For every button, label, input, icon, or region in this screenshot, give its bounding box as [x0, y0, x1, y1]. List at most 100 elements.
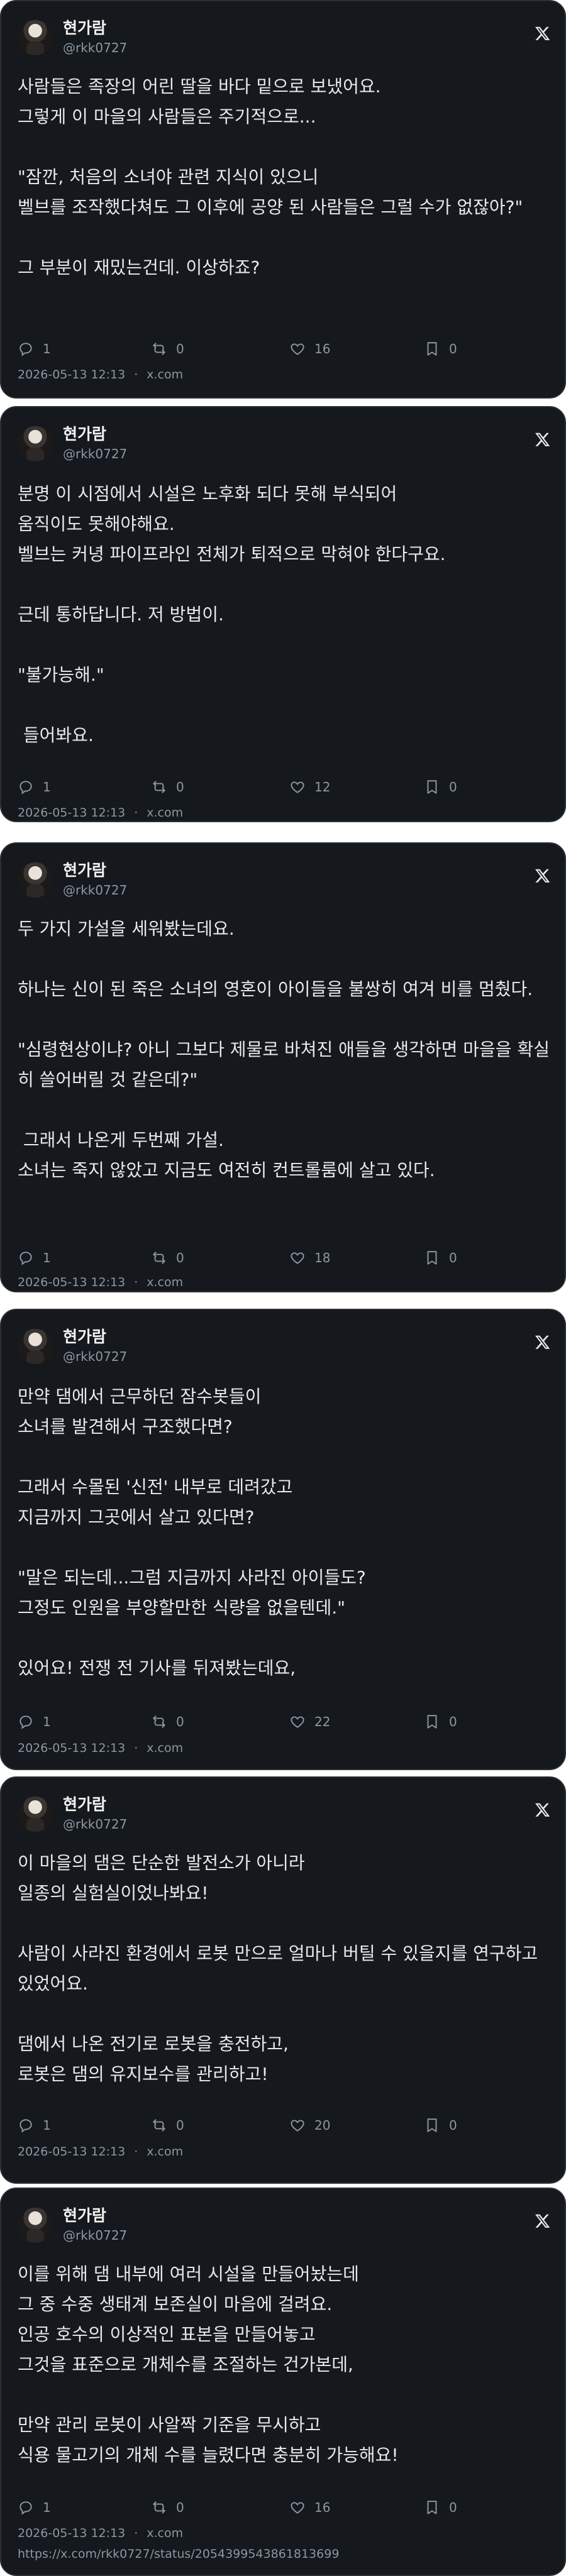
bookmark-button[interactable]: 0 — [424, 774, 457, 800]
heart-icon — [289, 1250, 306, 1266]
repost-icon — [151, 1714, 167, 1730]
source-link[interactable]: x.com — [147, 1741, 183, 1755]
bookmark-count: 0 — [449, 1714, 457, 1729]
like-button[interactable]: 12 — [289, 774, 330, 800]
avatar[interactable] — [18, 426, 53, 461]
bookmark-button[interactable]: 0 — [424, 2113, 457, 2138]
x-logo-icon[interactable] — [535, 25, 551, 41]
user-handle[interactable]: @rkk0727 — [63, 881, 127, 899]
like-count: 16 — [314, 341, 331, 356]
heart-icon — [289, 1714, 306, 1730]
display-name[interactable]: 현가람 — [63, 424, 127, 445]
tweet-header: 현가람 @rkk0727 — [18, 16, 551, 57]
bookmark-count: 0 — [449, 1250, 457, 1265]
x-logo-icon[interactable] — [535, 1802, 551, 1818]
bookmark-button[interactable]: 0 — [424, 1245, 457, 1270]
reply-icon — [18, 2117, 34, 2133]
like-button[interactable]: 22 — [289, 1709, 330, 1734]
reply-count: 1 — [43, 1714, 51, 1729]
like-button[interactable]: 16 — [289, 336, 330, 361]
tweet-meta: 2026-05-13 12:13 · x.com — [18, 1741, 192, 1755]
reply-button[interactable]: 1 — [18, 336, 51, 361]
author-block: 현가람 @rkk0727 — [63, 2205, 127, 2244]
timestamp[interactable]: 2026-05-13 12:13 — [18, 368, 125, 382]
like-button[interactable]: 20 — [289, 2113, 330, 2138]
bookmark-icon — [424, 2117, 440, 2133]
reply-button[interactable]: 1 — [18, 2495, 51, 2520]
source-link[interactable]: x.com — [147, 368, 183, 382]
bookmark-count: 0 — [449, 779, 457, 795]
tweet-actions: 1 0 12 0 — [18, 774, 496, 800]
repost-button[interactable]: 0 — [151, 2113, 184, 2138]
source-link[interactable]: x.com — [147, 1275, 183, 1289]
tweet-card[interactable]: 현가람 @rkk0727 분명 이 시점에서 시설은 노후화 되다 못해 부식되어 … — [0, 406, 566, 822]
permalink[interactable]: https://x.com/rkk0727/status/20543995438… — [18, 2547, 339, 2561]
bookmark-icon — [424, 2499, 440, 2516]
display-name[interactable]: 현가람 — [63, 1794, 127, 1815]
tweet-card[interactable]: 현가람 @rkk0727 이를 위해 댐 내부에 여러 시설을 만들어놨는데 그 중… — [0, 2188, 566, 2576]
tweet-header: 현가람 @rkk0727 — [18, 2204, 551, 2244]
user-handle[interactable]: @rkk0727 — [63, 1815, 127, 1833]
x-logo-icon[interactable] — [535, 867, 551, 884]
reply-icon — [18, 1714, 34, 1730]
display-name[interactable]: 현가람 — [63, 860, 127, 881]
meta-separator: · — [134, 2145, 138, 2159]
repost-button[interactable]: 0 — [151, 1709, 184, 1734]
tweet-card[interactable]: 현가람 @rkk0727 두 가지 가설을 세워봤는데요. 하나는 신이 된 죽은 … — [0, 842, 566, 1292]
reply-count: 1 — [43, 1250, 51, 1265]
display-name[interactable]: 현가람 — [63, 2205, 127, 2226]
timestamp[interactable]: 2026-05-13 12:13 — [18, 2145, 125, 2159]
x-logo-icon[interactable] — [535, 431, 551, 448]
avatar[interactable] — [18, 1329, 53, 1364]
timestamp[interactable]: 2026-05-13 12:13 — [18, 2526, 125, 2540]
repost-count: 0 — [176, 2118, 184, 2133]
user-handle[interactable]: @rkk0727 — [63, 2226, 127, 2244]
repost-button[interactable]: 0 — [151, 2495, 184, 2520]
timestamp[interactable]: 2026-05-13 12:13 — [18, 1741, 125, 1755]
reply-icon — [18, 1250, 34, 1266]
bookmark-button[interactable]: 0 — [424, 2495, 457, 2520]
source-link[interactable]: x.com — [147, 806, 183, 820]
user-handle[interactable]: @rkk0727 — [63, 39, 127, 57]
avatar[interactable] — [18, 20, 53, 55]
reply-button[interactable]: 1 — [18, 1245, 51, 1270]
tweet-card[interactable]: 현가람 @rkk0727 만약 댐에서 근무하던 잠수봇들이 소녀를 발견해서 구조… — [0, 1309, 566, 1770]
repost-button[interactable]: 0 — [151, 336, 184, 361]
source-link[interactable]: x.com — [147, 2526, 183, 2540]
user-handle[interactable]: @rkk0727 — [63, 445, 127, 463]
user-handle[interactable]: @rkk0727 — [63, 1348, 127, 1365]
meta-separator: · — [134, 2526, 138, 2540]
like-button[interactable]: 16 — [289, 2495, 330, 2520]
display-name[interactable]: 현가람 — [63, 18, 127, 39]
author-block: 현가람 @rkk0727 — [63, 1326, 127, 1365]
repost-button[interactable]: 0 — [151, 1245, 184, 1270]
avatar[interactable] — [18, 1797, 53, 1832]
meta-separator: · — [134, 368, 138, 382]
avatar[interactable] — [18, 2208, 53, 2243]
tweet-header: 현가람 @rkk0727 — [18, 422, 551, 463]
x-logo-icon[interactable] — [535, 1334, 551, 1350]
repost-count: 0 — [176, 1714, 184, 1729]
timestamp[interactable]: 2026-05-13 12:13 — [18, 806, 125, 820]
author-block: 현가람 @rkk0727 — [63, 1794, 127, 1833]
tweet-card[interactable]: 현가람 @rkk0727 이 마을의 댐은 단순한 발전소가 아니라 일종의 실험실… — [0, 1776, 566, 2184]
tweet-meta: 2026-05-13 12:13 · x.com — [18, 2526, 192, 2540]
bookmark-icon — [424, 779, 440, 795]
repost-button[interactable]: 0 — [151, 774, 184, 800]
repost-icon — [151, 341, 167, 357]
bookmark-button[interactable]: 0 — [424, 336, 457, 361]
source-link[interactable]: x.com — [147, 2145, 183, 2159]
tweet-card[interactable]: 현가람 @rkk0727 사람들은 족장의 어린 딸을 바다 밑으로 보냈어요. 그… — [0, 0, 566, 399]
reply-button[interactable]: 1 — [18, 2113, 51, 2138]
display-name[interactable]: 현가람 — [63, 1326, 127, 1348]
x-logo-icon[interactable] — [535, 2213, 551, 2229]
timestamp[interactable]: 2026-05-13 12:13 — [18, 1275, 125, 1289]
reply-button[interactable]: 1 — [18, 1709, 51, 1734]
tweet-text: 두 가지 가설을 세워봤는데요. 하나는 신이 된 죽은 소녀의 영혼이 아이들… — [18, 918, 550, 1181]
avatar[interactable] — [18, 862, 53, 898]
tweet-actions: 1 0 20 0 — [18, 2113, 496, 2138]
bookmark-button[interactable]: 0 — [424, 1709, 457, 1734]
tweet-text: 만약 댐에서 근무하던 잠수봇들이 소녀를 발견해서 구조했다면? 그래서 수몰… — [18, 1386, 366, 1678]
reply-button[interactable]: 1 — [18, 774, 51, 800]
like-button[interactable]: 18 — [289, 1245, 330, 1270]
